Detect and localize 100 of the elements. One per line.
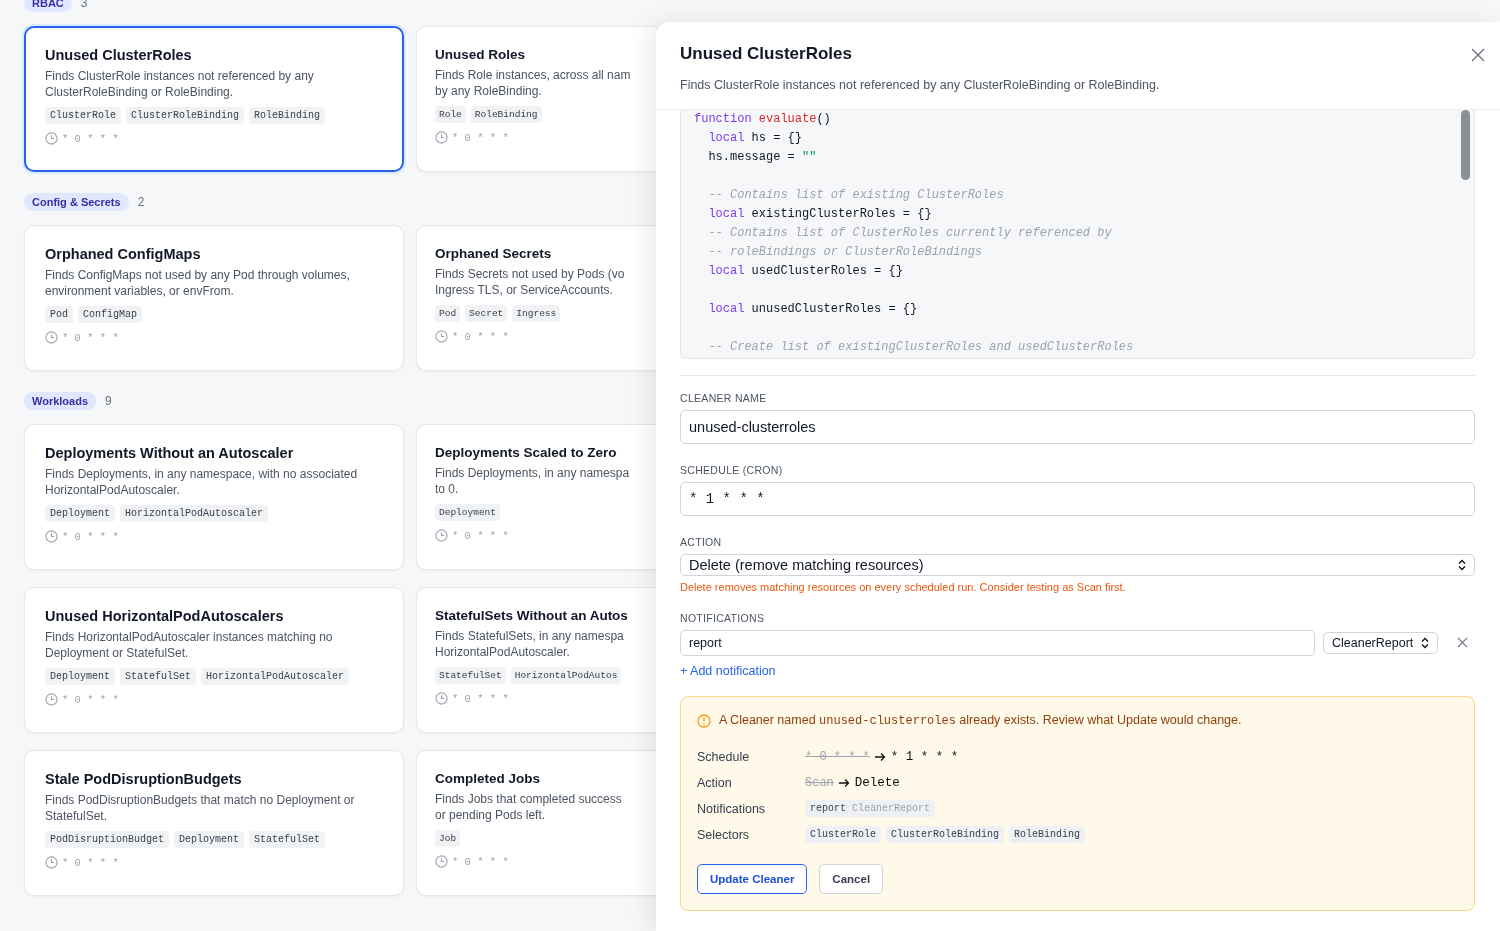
rule-card[interactable]: Unused Roles Finds Role instances, across all nam by any RoleBinding. Role RoleBinding * 0 * * * (416, 26, 656, 172)
category-chip: Workloads (24, 392, 97, 410)
rule-card[interactable]: StatefulSets Without an Autos Finds StatefulSets, in any namespa HorizontalPodAutoscaler. StatefulSet HorizontalPodAutos * 0 * * * (416, 587, 656, 733)
card-description: Finds Role instances, across all nam by any RoleBinding. (435, 67, 632, 99)
warning-icon (697, 713, 711, 728)
resource-tag: Deployment (45, 505, 115, 522)
close-icon (1471, 48, 1485, 62)
category-count: 2 (137, 195, 145, 209)
card-description: Finds ClusterRole instances not referenced by any ClusterRoleBinding or RoleBinding. (45, 68, 315, 100)
resource-tag: Pod (435, 305, 461, 322)
field-label: NOTIFICATIONS (680, 612, 766, 624)
resource-tag: HorizontalPodAutoscaler (120, 505, 269, 522)
selector-chip: ClusterRoleBinding (886, 826, 1005, 843)
card-title: Unused ClusterRoles (45, 47, 193, 63)
resource-tag: Ingress (512, 305, 561, 322)
clock-icon (45, 132, 58, 145)
resource-tag: ClusterRole (45, 107, 121, 124)
code-line: -- Contains list of existing ClusterRoles (707, 187, 1004, 204)
close-icon (1457, 636, 1468, 648)
clock-icon (435, 131, 448, 144)
card-title: Unused Roles (435, 47, 527, 62)
card-title: Orphaned ConfigMaps (45, 246, 202, 262)
code-line: -- roleBindings or ClusterRoleBindings (707, 244, 983, 261)
new-value: Delete (854, 775, 900, 790)
rule-card[interactable]: Orphaned Secrets Finds Secrets not used by Pods (vo Ingress TLS, or ServiceAccounts. Pod Secret Ingress * 0 * * * (416, 225, 656, 371)
field-label: ACTION (680, 536, 723, 548)
alert-message: A Cleaner named unused-clusterroles already exists. Review what Update would change. (719, 713, 1242, 728)
resource-tag: StatefulSet (249, 831, 326, 848)
resource-tag: PodDisruptionBudget (45, 831, 170, 848)
code-line: -- Create list of existingClusterRoles and usedClusterRoles (707, 339, 1134, 356)
card-description: Finds Deployments, in any namespa to 0. (435, 465, 631, 497)
resource-tag: StatefulSet (120, 668, 197, 685)
warning-text: Delete removes matching resources on every scheduled run. Consider testing as Scan first. (680, 581, 1127, 593)
clock-icon (435, 529, 448, 542)
resource-tag: HorizontalPodAutos (510, 667, 622, 684)
card-description: Finds HorizontalPodAutoscaler instances matching no Deployment or StatefulSet. (45, 629, 334, 661)
old-value: Scan (805, 775, 834, 790)
rule-card[interactable]: Deployments Scaled to Zero Finds Deployments, in any namespa to 0. Deployment * 0 * * * (416, 424, 656, 570)
resource-tag: Secret (465, 305, 508, 322)
category-chip: RBAC (24, 0, 72, 12)
clock-icon (435, 855, 448, 868)
clock-icon (45, 856, 58, 869)
change-label: Action (697, 775, 733, 790)
schedule-text: * 0 * * * (452, 131, 509, 144)
cancel-button[interactable]: Cancel (819, 864, 884, 894)
panel-title: Unused ClusterRoles (680, 44, 853, 64)
schedule-text: * 0 * * * (62, 693, 119, 706)
rule-card[interactable]: Unused HorizontalPodAutoscalers Finds HorizontalPodAutoscaler instances matching no Deployment or StatefulSet. Deployment StatefulSet HorizontalPodAutoscaler * 0 * * * (24, 587, 404, 733)
rule-card[interactable]: Orphaned ConfigMaps Finds ConfigMaps not used by any Pod through volumes, environment variables, or envFrom. Pod ConfigMap * 0 * * * (24, 225, 404, 371)
card-title: Deployments Scaled to Zero (435, 445, 618, 460)
card-title: Orphaned Secrets (435, 246, 553, 261)
clock-icon (435, 692, 448, 705)
rule-card[interactable]: Completed Jobs Finds Jobs that completed success or pending Pods left. Job * 0 * * * (416, 750, 656, 896)
name-field[interactable]: unused-clusterroles (680, 410, 1475, 444)
resource-tag: ConfigMap (78, 306, 143, 323)
card-title: Unused HorizontalPodAutoscalers (45, 608, 285, 624)
change-label: Schedule (697, 749, 751, 764)
schedule-text: * 0 * * * (62, 132, 119, 145)
chevron-icon (1421, 637, 1429, 649)
category-count: 9 (105, 394, 112, 408)
card-description: Finds StatefulSets, in any namespa HorizontalPodAutoscaler. (435, 628, 625, 660)
clock-icon (45, 331, 58, 344)
resource-tag: Deployment (435, 504, 500, 521)
card-description: Finds Deployments, in any namespace, with no associated HorizontalPodAutoscaler. (45, 466, 359, 498)
scrollbar-thumb[interactable] (1461, 110, 1470, 180)
card-description: Finds Jobs that completed success or pending Pods left. (435, 791, 623, 823)
card-description: Finds Secrets not used by Pods (vo Ingress TLS, or ServiceAccounts. (435, 266, 626, 298)
rule-card[interactable]: Stale PodDisruptionBudgets Finds PodDisruptionBudgets that match no Deployment or StatefulSet. PodDisruptionBudget Deployment StatefulSet * 0 * * * (24, 750, 404, 896)
card-title: Stale PodDisruptionBudgets (45, 771, 243, 787)
action-select[interactable]: Delete (remove matching resources) (680, 554, 1475, 576)
schedule-text: * 0 * * * (62, 856, 119, 869)
notification-type-select[interactable]: CleanerReport (1323, 632, 1438, 654)
resource-tag: Pod (45, 306, 73, 323)
resource-tag: Role (435, 106, 466, 123)
rule-card[interactable]: Unused ClusterRoles Finds ClusterRole instances not referenced by any ClusterRoleBinding or RoleBinding. ClusterRole ClusterRoleBinding RoleBinding * 0 * * * (24, 26, 404, 172)
update-button[interactable]: Update Cleaner (697, 864, 808, 894)
schedule-text: * 0 * * * (452, 692, 509, 705)
clock-icon (45, 530, 58, 543)
rule-card[interactable]: Deployments Without an Autoscaler Finds Deployments, in any namespace, with no associated HorizontalPodAutoscaler. Deployment HorizontalPodAutoscaler * 0 * * * (24, 424, 404, 570)
code-line: hs.message = "" (707, 149, 817, 166)
panel-description: Finds ClusterRole instances not referenced by any ClusterRoleBinding or RoleBinding. (680, 78, 1161, 92)
schedule-field[interactable]: * 1 * * * (680, 482, 1475, 516)
add-notification-link[interactable]: + Add notification (680, 664, 776, 678)
schedule-text: * 0 * * * (452, 855, 509, 868)
schedule-text: * 0 * * * (452, 330, 509, 343)
resource-tag: Job (435, 830, 461, 847)
old-value: * 0 * * * (805, 749, 870, 764)
new-value: * 1 * * * (890, 749, 959, 764)
code-line: local unusedClusterRoles = {} (707, 301, 918, 318)
arrow-icon (874, 751, 886, 762)
notification-name-field[interactable]: report (680, 630, 1315, 656)
card-description: Finds PodDisruptionBudgets that match no Deployment or StatefulSet. (45, 792, 356, 824)
resource-tag: HorizontalPodAutoscaler (201, 668, 350, 685)
card-title: Completed Jobs (435, 771, 541, 786)
code-line: function evaluate() (694, 111, 831, 128)
clock-icon (45, 693, 58, 706)
schedule-text: * 0 * * * (62, 331, 119, 344)
chevron-icon (1458, 559, 1466, 571)
selector-chip: ClusterRole (805, 826, 881, 843)
card-title: StatefulSets Without an Autos (435, 608, 629, 623)
